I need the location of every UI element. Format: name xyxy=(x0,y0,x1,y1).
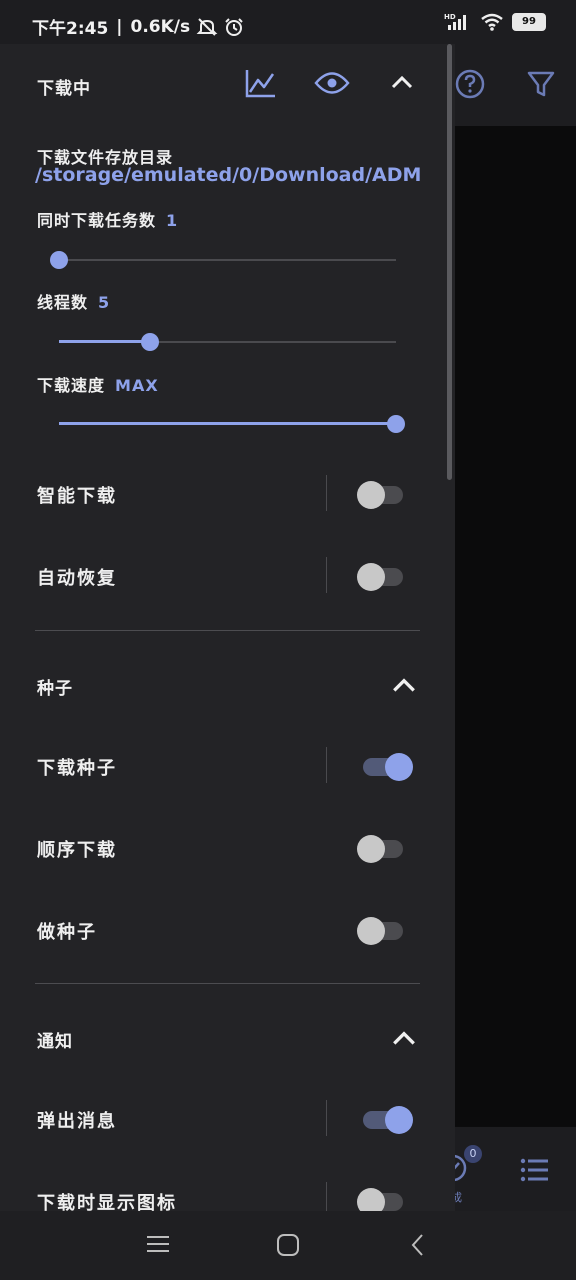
signal-icon: HD xyxy=(444,13,466,30)
switch-thumb xyxy=(357,835,385,863)
chart-icon[interactable] xyxy=(245,68,277,98)
smart-download-switch[interactable] xyxy=(357,480,413,510)
slider-fill xyxy=(59,340,150,343)
section-header-notification[interactable]: 通知 xyxy=(37,1019,417,1059)
speed-slider[interactable] xyxy=(59,414,405,434)
wifi-icon xyxy=(481,13,503,31)
chevron-up-icon[interactable] xyxy=(391,674,417,696)
sequential-download-switch[interactable] xyxy=(357,834,413,864)
row-divider xyxy=(326,475,327,511)
download-dir-path[interactable]: /storage/emulated/0/Download/ADM xyxy=(35,164,421,186)
speed-text: 下载速度 xyxy=(37,376,106,395)
list-tab-icon[interactable] xyxy=(520,1157,550,1183)
section-divider xyxy=(35,630,420,631)
switch-thumb xyxy=(357,917,385,945)
row-sequential-download[interactable]: 顺序下载 xyxy=(37,826,417,870)
status-right: HD 99 xyxy=(444,12,546,32)
auto-resume-switch[interactable] xyxy=(357,562,413,592)
threads-text: 线程数 xyxy=(37,293,89,312)
row-divider xyxy=(326,747,327,783)
popup-message-switch[interactable] xyxy=(357,1105,413,1135)
speed-value: MAX xyxy=(115,376,159,395)
alarm-icon xyxy=(225,17,243,36)
status-separator: | xyxy=(116,16,123,37)
switch-thumb xyxy=(357,481,385,509)
popup-message-label: 弹出消息 xyxy=(37,1111,117,1132)
hd-label: HD xyxy=(444,13,456,21)
row-divider xyxy=(326,1100,327,1136)
status-left: 下午2:45 | 0.6K/s xyxy=(32,14,244,39)
section-title-torrent: 种子 xyxy=(37,679,73,699)
sequential-download-label: 顺序下载 xyxy=(37,840,117,861)
home-icon[interactable] xyxy=(276,1233,300,1257)
battery-icon: 99 xyxy=(512,13,546,31)
row-download-torrent[interactable]: 下载种子 xyxy=(37,744,417,788)
row-popup-message[interactable]: 弹出消息 xyxy=(37,1097,417,1141)
download-torrent-label: 下载种子 xyxy=(37,758,117,779)
section-divider xyxy=(35,983,420,984)
slider-track xyxy=(59,259,396,261)
row-auto-resume[interactable]: 自动恢复 xyxy=(37,554,417,598)
row-seeding[interactable]: 做种子 xyxy=(37,908,417,952)
status-time: 下午2:45 xyxy=(32,19,109,39)
concurrent-tasks-value: 1 xyxy=(166,211,179,230)
section-header-downloading[interactable]: 下载中 xyxy=(37,66,417,106)
threads-value: 5 xyxy=(98,293,111,312)
switch-thumb xyxy=(357,563,385,591)
switch-thumb xyxy=(385,753,413,781)
slider-thumb[interactable] xyxy=(50,251,68,269)
menu-icon[interactable] xyxy=(146,1233,170,1255)
system-nav-bar xyxy=(0,1211,576,1280)
back-icon[interactable] xyxy=(408,1233,428,1257)
section-title-notification: 通知 xyxy=(37,1032,73,1052)
help-icon[interactable] xyxy=(454,68,486,100)
slider-thumb[interactable] xyxy=(140,333,159,351)
eye-icon[interactable] xyxy=(314,70,350,96)
completed-badge: 0 xyxy=(464,1145,482,1163)
auto-resume-label: 自动恢复 xyxy=(37,568,117,589)
threads-slider[interactable] xyxy=(59,332,396,352)
row-smart-download[interactable]: 智能下载 xyxy=(37,472,417,516)
mute-icon xyxy=(196,17,218,36)
concurrent-tasks-label: 同时下载任务数 1 xyxy=(37,207,178,231)
section-title-downloading: 下载中 xyxy=(37,79,91,99)
drawer-scrollbar[interactable] xyxy=(447,44,452,480)
concurrent-tasks-text: 同时下载任务数 xyxy=(37,211,157,230)
seeding-label: 做种子 xyxy=(37,922,97,943)
slider-thumb[interactable] xyxy=(387,415,405,433)
status-net-speed: 0.6K/s xyxy=(130,16,191,37)
status-bar: 下午2:45 | 0.6K/s HD 99 xyxy=(0,0,576,44)
switch-thumb xyxy=(385,1106,413,1134)
chevron-up-icon[interactable] xyxy=(390,74,414,90)
settings-drawer: 下载中 下载文件存放目录 /storage/emulated/0/Downloa… xyxy=(0,44,455,1280)
section-header-torrent[interactable]: 种子 xyxy=(37,666,417,706)
smart-download-label: 智能下载 xyxy=(37,486,117,507)
concurrent-tasks-slider[interactable] xyxy=(50,250,396,270)
speed-label: 下载速度 MAX xyxy=(37,372,159,396)
row-divider xyxy=(326,557,327,593)
seeding-switch[interactable] xyxy=(357,916,413,946)
slider-fill xyxy=(59,422,396,425)
threads-label: 线程数 5 xyxy=(37,289,110,313)
chevron-up-icon[interactable] xyxy=(391,1027,417,1049)
filter-icon[interactable] xyxy=(526,68,556,100)
download-torrent-switch[interactable] xyxy=(357,752,413,782)
